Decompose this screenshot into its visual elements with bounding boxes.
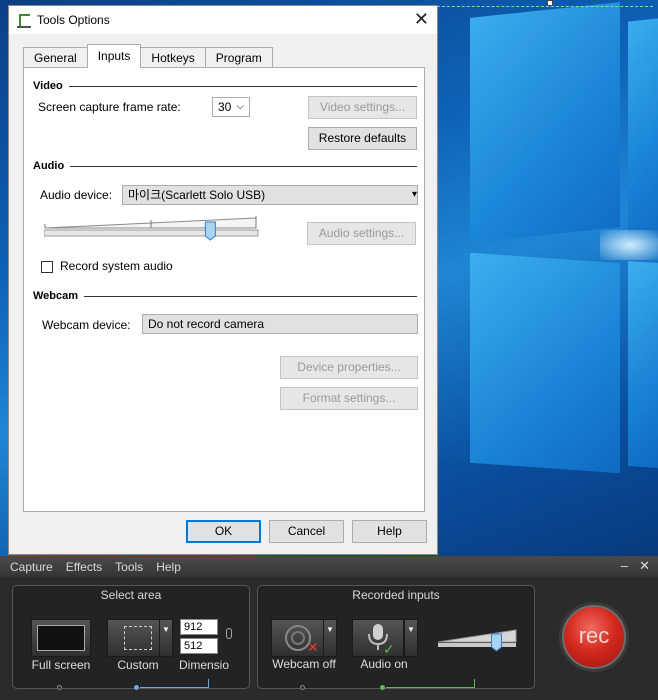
tab-inputs[interactable]: Inputs bbox=[86, 44, 142, 68]
audio-device-value: 마이크(Scarlett Solo USB) bbox=[128, 188, 266, 202]
audio-toggle-button[interactable]: ✓ bbox=[352, 619, 404, 658]
active-underline bbox=[140, 687, 208, 688]
chevron-down-icon: ▾ bbox=[411, 189, 417, 200]
recorder-menubar: Capture Effects Tools Help – ✕ bbox=[0, 557, 658, 577]
audio-dropdown-arrow[interactable]: ▼ bbox=[404, 619, 418, 657]
menu-effects[interactable]: Effects bbox=[66, 560, 102, 574]
recorder-audio-level-slider[interactable] bbox=[436, 626, 520, 654]
full-screen-button[interactable] bbox=[31, 619, 91, 657]
tab-strip: General Inputs Hotkeys Program bbox=[23, 44, 273, 68]
slider-track bbox=[44, 229, 259, 237]
active-underline bbox=[208, 679, 209, 688]
menu-tools[interactable]: Tools bbox=[115, 560, 143, 574]
indicator-dot-active bbox=[134, 685, 139, 690]
close-icon[interactable]: ✕ bbox=[639, 558, 650, 574]
webcam-section-header: Webcam bbox=[33, 290, 417, 302]
webcam-off-label: Webcam off bbox=[272, 657, 336, 671]
device-properties-button[interactable]: Device properties... bbox=[280, 356, 418, 379]
custom-label: Custom bbox=[117, 658, 159, 672]
window-pane-graphic bbox=[628, 260, 658, 469]
format-settings-button[interactable]: Format settings... bbox=[280, 387, 418, 410]
audio-section-header: Audio bbox=[33, 160, 417, 172]
close-icon[interactable]: ✕ bbox=[414, 10, 429, 28]
svg-text:✕: ✕ bbox=[307, 640, 319, 656]
active-underline bbox=[474, 679, 475, 688]
audio-device-label: Audio device: bbox=[40, 188, 113, 202]
indicator-dot-active bbox=[380, 685, 385, 690]
tab-general[interactable]: General bbox=[23, 47, 88, 68]
app-logo-icon bbox=[17, 12, 31, 28]
frame-rate-select[interactable]: 30 ⌵ bbox=[212, 97, 250, 117]
custom-dropdown-arrow[interactable]: ▼ bbox=[159, 619, 173, 657]
select-area-panel: Select area Full screen ▼ Custom 912 512… bbox=[12, 585, 250, 689]
record-button[interactable]: rec bbox=[562, 605, 626, 669]
webcam-device-select[interactable]: Do not record camera bbox=[142, 314, 418, 334]
svg-text:✓: ✓ bbox=[383, 642, 395, 656]
webcam-device-label: Webcam device: bbox=[42, 318, 131, 332]
tools-options-dialog: Tools Options ✕ General Inputs Hotkeys P… bbox=[8, 5, 438, 555]
recorded-inputs-panel: Recorded inputs ✕ ▼ Webcam off ✓ ▼ Audio… bbox=[257, 585, 535, 689]
audio-device-select[interactable]: 마이크(Scarlett Solo USB) ▾ bbox=[122, 185, 418, 205]
cancel-button[interactable]: Cancel bbox=[269, 520, 344, 543]
ok-button[interactable]: OK bbox=[186, 520, 261, 543]
indicator-dot bbox=[57, 685, 62, 690]
slider-thumb[interactable] bbox=[491, 633, 502, 652]
microphone-icon: ✓ bbox=[368, 624, 395, 658]
indicator-dot bbox=[300, 685, 305, 690]
webcam-off-icon: ✕ bbox=[285, 625, 319, 656]
recorded-inputs-title: Recorded inputs bbox=[352, 588, 440, 602]
minimize-icon[interactable]: – bbox=[621, 558, 628, 573]
width-input[interactable]: 912 bbox=[180, 619, 218, 635]
custom-area-button[interactable] bbox=[107, 619, 167, 657]
divider bbox=[68, 85, 417, 87]
frame-rate-label: Screen capture frame rate: bbox=[38, 100, 181, 114]
slider-wedge bbox=[437, 629, 517, 643]
dialog-titlebar[interactable]: Tools Options ✕ bbox=[9, 6, 437, 34]
divider bbox=[84, 295, 417, 297]
window-pane-graphic bbox=[470, 252, 620, 474]
capture-region-border bbox=[437, 6, 653, 7]
select-area-title: Select area bbox=[100, 588, 162, 602]
audio-heading: Audio bbox=[33, 160, 65, 172]
height-input[interactable]: 512 bbox=[180, 638, 218, 654]
slider-thumb[interactable] bbox=[204, 221, 216, 241]
divider bbox=[70, 165, 417, 167]
dialog-title: Tools Options bbox=[37, 13, 110, 27]
video-settings-button[interactable]: Video settings... bbox=[308, 96, 417, 119]
menu-capture[interactable]: Capture bbox=[10, 560, 53, 574]
inputs-tab-panel: Video Screen capture frame rate: 30 ⌵ Vi… bbox=[23, 67, 425, 512]
tab-program[interactable]: Program bbox=[204, 47, 273, 68]
recorder-control-bar: Capture Effects Tools Help – ✕ Select ar… bbox=[0, 556, 658, 700]
full-screen-label: Full screen bbox=[31, 658, 91, 672]
audio-on-label: Audio on bbox=[360, 657, 408, 671]
help-button[interactable]: Help bbox=[352, 520, 427, 543]
audio-settings-button[interactable]: Audio settings... bbox=[307, 222, 416, 245]
dimensions-label: Dimensio bbox=[179, 658, 230, 672]
webcam-device-value: Do not record camera bbox=[148, 317, 265, 331]
tab-hotkeys[interactable]: Hotkeys bbox=[140, 47, 206, 68]
custom-region-icon bbox=[124, 626, 152, 650]
monitor-icon bbox=[37, 625, 85, 651]
record-system-audio-checkbox[interactable] bbox=[41, 261, 53, 273]
capture-region-handle[interactable] bbox=[547, 0, 553, 6]
slider-track bbox=[438, 643, 516, 647]
webcam-toggle-button[interactable]: ✕ bbox=[271, 619, 331, 657]
webcam-heading: Webcam bbox=[33, 290, 79, 302]
menu-help[interactable]: Help bbox=[156, 560, 181, 574]
light-glow bbox=[600, 230, 658, 260]
window-pane-graphic bbox=[470, 2, 620, 243]
frame-rate-value: 30 bbox=[218, 100, 232, 114]
lock-aspect-icon[interactable] bbox=[226, 628, 232, 639]
restore-defaults-button[interactable]: Restore defaults bbox=[308, 127, 417, 150]
audio-level-slider[interactable] bbox=[44, 214, 260, 242]
video-heading: Video bbox=[33, 80, 63, 92]
window-pane-graphic bbox=[628, 18, 658, 242]
webcam-dropdown-arrow[interactable]: ▼ bbox=[323, 619, 337, 657]
active-underline bbox=[386, 687, 474, 688]
chevron-down-icon: ⌵ bbox=[236, 101, 244, 112]
record-system-audio-label: Record system audio bbox=[60, 259, 173, 273]
video-section-header: Video bbox=[33, 80, 417, 92]
